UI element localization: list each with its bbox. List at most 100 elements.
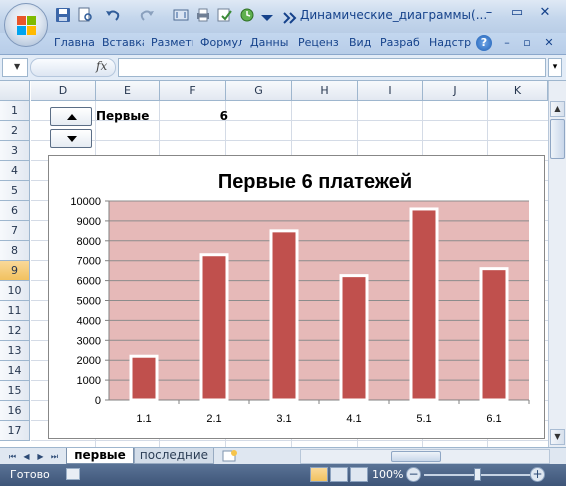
- first-sheet-icon[interactable]: ⏮: [6, 450, 19, 463]
- row-header-14[interactable]: 14: [0, 361, 30, 381]
- row-header-10[interactable]: 10: [0, 281, 30, 301]
- close-button[interactable]: ✕: [534, 4, 556, 22]
- row-header-11[interactable]: 11: [0, 301, 30, 321]
- page-layout-view-button[interactable]: [330, 467, 348, 482]
- office-button[interactable]: [4, 3, 48, 47]
- tab-home[interactable]: Главна: [54, 36, 94, 54]
- cell-e1[interactable]: Первые: [96, 109, 149, 123]
- row-header-9[interactable]: 9: [0, 261, 30, 281]
- ribbon-close-button[interactable]: ✕: [542, 36, 556, 54]
- tab-insert[interactable]: Вставка: [102, 36, 144, 54]
- ribbon-restore-button[interactable]: ▫: [520, 36, 534, 54]
- prev-sheet-icon[interactable]: ◀: [20, 450, 33, 463]
- zoom-out-button[interactable]: −: [406, 467, 421, 482]
- row-header-8[interactable]: 8: [0, 241, 30, 261]
- y-tick-label: 8000: [77, 236, 101, 248]
- row-header-17[interactable]: 17: [0, 421, 30, 441]
- tab-addins[interactable]: Надстр: [429, 36, 471, 54]
- column-header-j[interactable]: J: [423, 81, 488, 101]
- scroll-down-icon[interactable]: ▼: [550, 429, 565, 445]
- y-tick-label: 6000: [77, 276, 101, 288]
- worksheet-grid[interactable]: DEFGHIJK 1 2 3 4 5 6 7 8 9 10 11 12 13 14 15 16 17 Первы…: [0, 81, 548, 447]
- row-header-1[interactable]: 1: [0, 101, 30, 121]
- customize-qat-icon[interactable]: [280, 9, 300, 29]
- row-header-12[interactable]: 12: [0, 321, 30, 341]
- row-header-13[interactable]: 13: [0, 341, 30, 361]
- redo-icon[interactable]: [138, 6, 158, 26]
- qat-menu-chevron-icon[interactable]: [258, 9, 278, 29]
- column-header-d[interactable]: D: [31, 81, 96, 101]
- normal-view-button[interactable]: [310, 467, 328, 482]
- row-header-15[interactable]: 15: [0, 381, 30, 401]
- sheet-tab-last[interactable]: последние: [134, 448, 214, 464]
- print-preview-icon[interactable]: [76, 6, 96, 26]
- undo-icon[interactable]: [104, 6, 124, 26]
- tab-data[interactable]: Данны: [250, 36, 290, 54]
- zoom-in-button[interactable]: +: [530, 467, 545, 482]
- help-icon[interactable]: ?: [476, 35, 492, 51]
- sheet-tab-first[interactable]: первые: [66, 448, 134, 464]
- zoom-level[interactable]: 100%: [372, 468, 403, 481]
- y-tick-label: 3000: [77, 335, 101, 347]
- row-header-6[interactable]: 6: [0, 201, 30, 221]
- row-header-4[interactable]: 4: [0, 161, 30, 181]
- bar: [409, 207, 439, 402]
- bar: [339, 274, 369, 402]
- status-ready: Готово: [10, 468, 50, 481]
- row-header-3[interactable]: 3: [0, 141, 30, 161]
- vertical-scrollbar[interactable]: ▲ ▼: [548, 81, 566, 447]
- name-box-dropdown-icon[interactable]: ▼: [14, 62, 20, 71]
- row-header-7[interactable]: 7: [0, 221, 30, 241]
- tab-view[interactable]: Вид: [349, 36, 371, 54]
- row-header-2[interactable]: 2: [0, 121, 30, 141]
- row-header-5[interactable]: 5: [0, 181, 30, 201]
- tab-page-layout[interactable]: Разметк: [151, 36, 193, 54]
- column-header-f[interactable]: F: [160, 81, 226, 101]
- bar: [199, 253, 229, 402]
- y-tick-label: 1000: [77, 375, 101, 387]
- column-header-h[interactable]: H: [292, 81, 358, 101]
- ribbon-tab-strip: Главна Вставка Разметк Формул Данны Реце…: [0, 33, 566, 55]
- cell-f1[interactable]: 6: [200, 109, 228, 123]
- row-header-16[interactable]: 16: [0, 401, 30, 421]
- vertical-scroll-thumb[interactable]: [550, 119, 565, 159]
- page-break-view-button[interactable]: [350, 467, 368, 482]
- tab-developer[interactable]: Разраб: [380, 36, 422, 54]
- column-header-i[interactable]: I: [358, 81, 423, 101]
- column-header-g[interactable]: G: [226, 81, 292, 101]
- select-all-corner[interactable]: [0, 81, 30, 101]
- x-tick-label: 3.1: [276, 413, 291, 425]
- refresh-icon[interactable]: [238, 6, 258, 26]
- expand-formula-bar-icon[interactable]: ▾: [548, 58, 562, 77]
- spelling-icon[interactable]: [216, 6, 236, 26]
- last-sheet-icon[interactable]: ⏭: [48, 450, 61, 463]
- horizontal-scroll-thumb[interactable]: [391, 451, 441, 462]
- insert-function-icon[interactable]: fx: [96, 59, 107, 73]
- tab-formulas[interactable]: Формул: [200, 36, 242, 54]
- column-header-k[interactable]: K: [488, 81, 548, 101]
- insert-sheet-icon[interactable]: [220, 449, 242, 463]
- chart-object[interactable]: Первые 6 платежей 0 1000 2000 3000 4000 5000 60…: [48, 155, 545, 439]
- form-icon[interactable]: [172, 6, 192, 26]
- horizontal-scrollbar[interactable]: [300, 449, 550, 464]
- restore-button[interactable]: ▭: [506, 4, 528, 22]
- macro-record-icon[interactable]: [66, 468, 80, 480]
- print-icon[interactable]: [194, 6, 214, 26]
- zoom-slider-thumb[interactable]: [474, 468, 481, 481]
- ribbon-minimize-button[interactable]: –: [500, 36, 514, 54]
- column-header-e[interactable]: E: [96, 81, 160, 101]
- spin-up-button[interactable]: [50, 107, 92, 126]
- y-tick-label: 7000: [77, 256, 101, 268]
- formula-input[interactable]: [118, 58, 546, 77]
- save-icon[interactable]: [54, 6, 74, 26]
- tab-review[interactable]: Реценз: [298, 36, 340, 54]
- x-tick-label: 1.1: [136, 413, 151, 425]
- y-tick-label: 9000: [77, 216, 101, 228]
- spin-down-button[interactable]: [50, 129, 92, 148]
- minimize-button[interactable]: –: [478, 4, 500, 22]
- x-tick-label: 2.1: [206, 413, 221, 425]
- next-sheet-icon[interactable]: ▶: [34, 450, 47, 463]
- y-tick-label: 2000: [77, 355, 101, 367]
- status-bar: Готово 100% − +: [0, 464, 566, 486]
- scroll-up-icon[interactable]: ▲: [550, 101, 565, 117]
